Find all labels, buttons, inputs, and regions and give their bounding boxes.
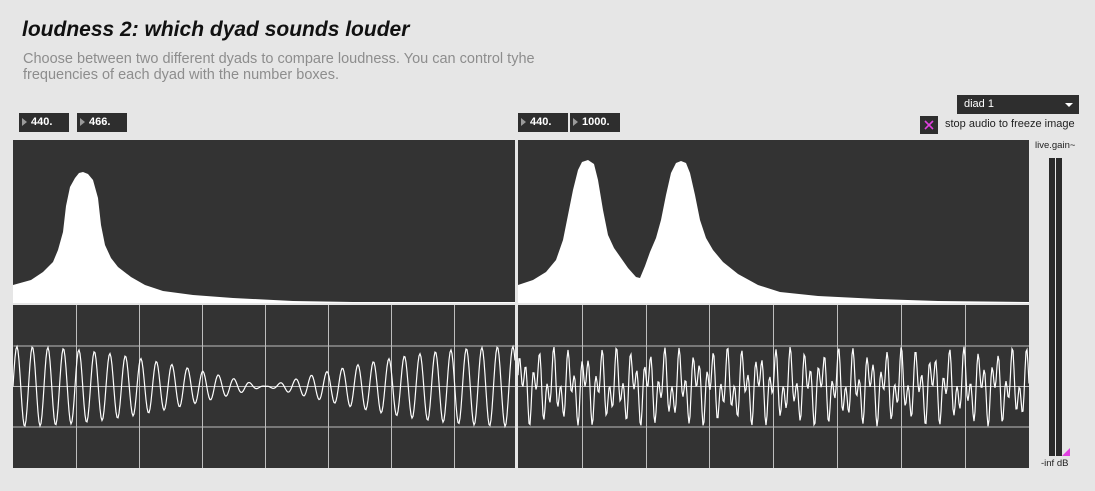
- dyad1-spectrum-display: [13, 140, 515, 303]
- dyad-select-value: diad 1: [964, 98, 994, 110]
- close-x-icon: [924, 120, 934, 130]
- numbox-arrow-icon: [521, 118, 526, 126]
- gain-handle-icon: [1062, 448, 1070, 456]
- gain-meter-left: [1049, 158, 1055, 456]
- dyad1-spectrum-graph: [13, 172, 515, 303]
- numbox-value: 1000.: [582, 116, 610, 128]
- dyad2-spectrum-display: [518, 140, 1029, 303]
- dyad2-freq-a-numbox[interactable]: 440.: [518, 113, 568, 132]
- freeze-toggle[interactable]: [920, 116, 938, 134]
- dyad2-oscilloscope-graph: [517, 305, 1030, 468]
- dyad2-oscilloscope-display: [517, 305, 1030, 468]
- page-title: loudness 2: which dyad sounds louder: [22, 18, 410, 41]
- dyad1-oscilloscope-graph: [12, 305, 516, 468]
- numbox-value: 440.: [31, 116, 53, 128]
- numbox-arrow-icon: [573, 118, 578, 126]
- numbox-value: 440.: [530, 116, 552, 128]
- chevron-down-icon: [1065, 103, 1073, 107]
- dyad-select-menu[interactable]: diad 1: [957, 95, 1079, 114]
- numbox-arrow-icon: [22, 118, 27, 126]
- gain-label: live.gain~: [1035, 140, 1076, 151]
- numbox-value: 466.: [89, 116, 111, 128]
- dyad1-oscilloscope-display: [12, 305, 516, 468]
- dyad1-freq-b-numbox[interactable]: 466.: [77, 113, 127, 132]
- dyad1-freq-a-numbox[interactable]: 440.: [19, 113, 69, 132]
- dyad2-spectrum-graph: [518, 160, 1029, 303]
- gain-slider[interactable]: [1044, 156, 1074, 458]
- gain-value: -inf dB: [1041, 458, 1069, 469]
- dyad2-freq-b-numbox[interactable]: 1000.: [570, 113, 620, 132]
- numbox-arrow-icon: [80, 118, 85, 126]
- gain-meter-right: [1056, 158, 1062, 456]
- page-description: Choose between two different dyads to co…: [23, 51, 535, 83]
- freeze-toggle-label: stop audio to freeze image: [945, 118, 1075, 130]
